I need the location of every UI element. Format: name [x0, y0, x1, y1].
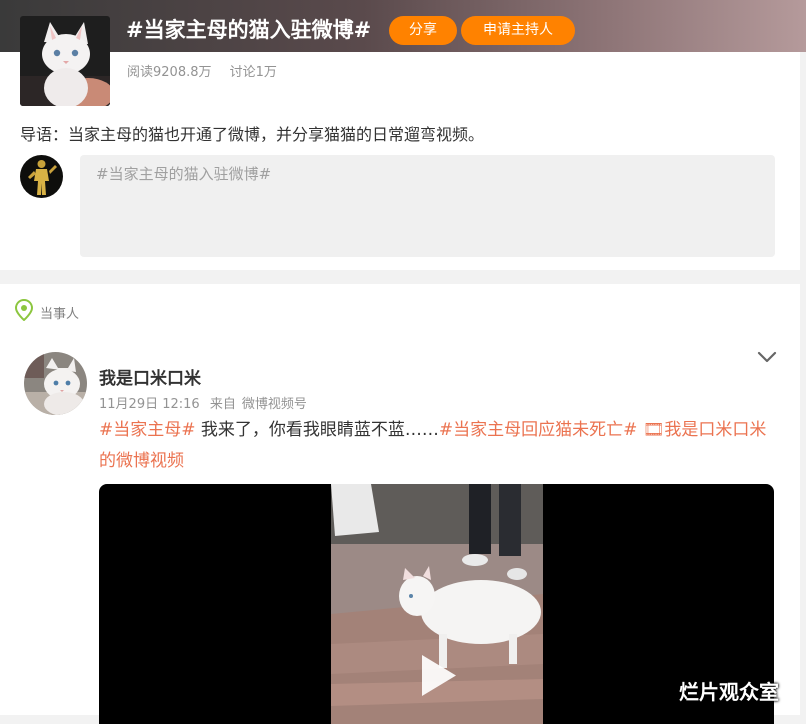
topic-title: #当家主母的猫入驻微博# — [126, 18, 372, 42]
author-name[interactable]: 我是口米口米 — [99, 364, 201, 389]
post-body: #当家主母# 我来了，你看我眼睛蓝不蓝……#当家主母回应猫未死亡# 🎞我是口米口… — [99, 415, 774, 477]
post-date[interactable]: 11月29日 12:16 — [99, 397, 200, 412]
section-label: 当事人 — [40, 306, 80, 322]
compose-input[interactable]: #当家主母的猫入驻微博# — [80, 155, 775, 257]
post-text: 我来了，你看我眼睛蓝不蓝…… — [195, 420, 439, 440]
share-button[interactable]: 分享 — [389, 16, 457, 45]
read-count: 阅读9208.8万 — [127, 65, 212, 80]
hashtag-link[interactable]: #当家主母回应猫未死亡# — [439, 420, 638, 440]
watermark-text: 烂片观众室 — [679, 680, 779, 704]
topic-stats: 阅读9208.8万 讨论1万 — [127, 61, 291, 80]
author-avatar[interactable] — [24, 352, 87, 415]
chevron-down-icon[interactable] — [756, 346, 778, 368]
hashtag-link[interactable]: #当家主母# — [99, 420, 196, 440]
source-prefix: 来自 — [209, 397, 236, 412]
topic-cover-image[interactable] — [20, 16, 110, 106]
current-user-avatar[interactable] — [20, 155, 63, 198]
location-pin-icon — [14, 298, 34, 325]
topic-intro: 导语：当家主母的猫也开通了微博，并分享猫猫的日常遛弯视频。 — [20, 125, 485, 144]
play-icon[interactable] — [418, 653, 458, 698]
discussion-count: 讨论1万 — [229, 65, 277, 80]
post-source[interactable]: 微博视频号 — [242, 397, 307, 412]
apply-host-button[interactable]: 申请主持人 — [461, 16, 575, 45]
section-header: 当事人 — [14, 298, 80, 325]
post-meta: 11月29日 12:16 来自 微博视频号 — [99, 393, 313, 412]
